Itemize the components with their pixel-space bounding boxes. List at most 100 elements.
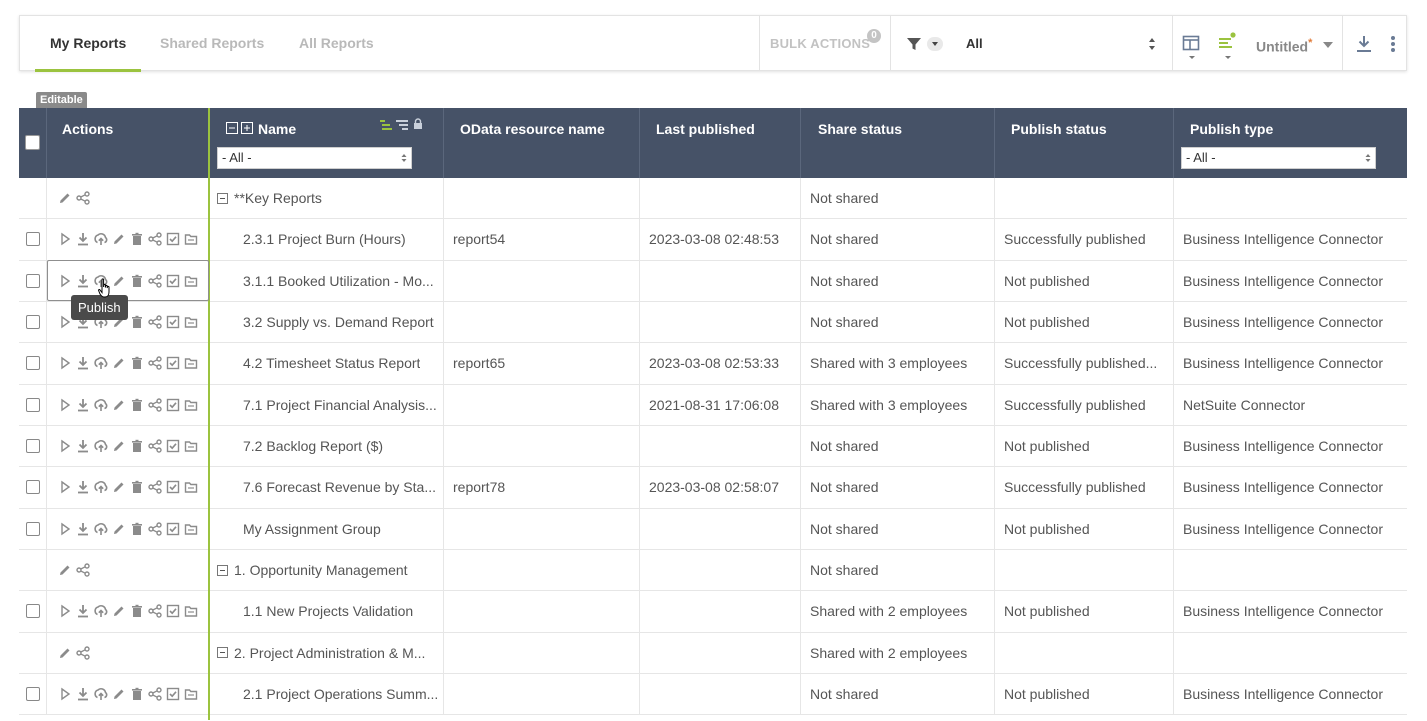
name-filter-select[interactable]: - All - bbox=[217, 147, 412, 169]
tab-shared-reports[interactable]: Shared Reports bbox=[160, 16, 264, 71]
share-icon[interactable] bbox=[148, 522, 162, 536]
trash-icon[interactable] bbox=[130, 315, 144, 329]
columns-layout-icon[interactable] bbox=[1182, 34, 1200, 52]
share-icon[interactable] bbox=[148, 480, 162, 495]
collapse-group-icon[interactable] bbox=[217, 647, 228, 659]
download-icon[interactable] bbox=[76, 398, 90, 412]
collapse-group-icon[interactable] bbox=[217, 192, 228, 204]
trash-icon[interactable] bbox=[130, 522, 144, 536]
publish-type-filter-select[interactable]: - All - bbox=[1181, 147, 1376, 169]
pencil-icon[interactable] bbox=[112, 522, 126, 536]
publish-status-column-header[interactable]: Publish status bbox=[995, 108, 1174, 178]
row-checkbox[interactable] bbox=[25, 687, 40, 702]
publish-icon[interactable] bbox=[94, 604, 108, 618]
download-icon[interactable] bbox=[76, 274, 90, 288]
pencil-icon[interactable] bbox=[112, 480, 126, 494]
trash-icon[interactable] bbox=[130, 439, 144, 453]
more-options-icon[interactable] bbox=[1390, 35, 1396, 53]
checkbox-icon[interactable] bbox=[166, 356, 180, 370]
collapse-group-icon[interactable] bbox=[217, 564, 228, 576]
checkbox-icon[interactable] bbox=[166, 480, 180, 494]
trash-icon[interactable] bbox=[130, 356, 144, 370]
trash-icon[interactable] bbox=[130, 232, 144, 246]
publish-icon[interactable] bbox=[94, 398, 108, 412]
folder-icon[interactable] bbox=[184, 604, 198, 618]
row-checkbox[interactable] bbox=[25, 521, 40, 536]
download-icon[interactable] bbox=[76, 480, 90, 494]
odata-column-header[interactable]: OData resource name bbox=[444, 108, 640, 178]
folder-icon[interactable] bbox=[184, 522, 198, 536]
filter-options-dropdown[interactable] bbox=[927, 37, 943, 51]
play-icon[interactable] bbox=[58, 398, 72, 412]
row-checkbox[interactable] bbox=[25, 315, 40, 330]
folder-icon[interactable] bbox=[184, 398, 198, 412]
download-icon[interactable] bbox=[76, 356, 90, 370]
play-icon[interactable] bbox=[58, 522, 72, 536]
folder-icon[interactable] bbox=[184, 232, 198, 246]
last-published-column-header[interactable]: Last published bbox=[640, 108, 801, 178]
pencil-icon[interactable] bbox=[112, 274, 126, 288]
table-row[interactable]: 1.1 New Projects Validation Shared with … bbox=[19, 591, 1407, 633]
pencil-icon[interactable] bbox=[58, 646, 72, 660]
checkbox-icon[interactable] bbox=[166, 315, 180, 329]
report-name[interactable]: 3.1.1 Booked Utilization - Mo... bbox=[217, 273, 434, 289]
share-icon[interactable] bbox=[148, 604, 162, 619]
tab-all-reports[interactable]: All Reports bbox=[299, 16, 374, 71]
name-column-header[interactable]: Name - All - bbox=[210, 108, 444, 178]
table-row[interactable]: 7.1 Project Financial Analysis... 2021-0… bbox=[19, 384, 1407, 426]
publish-icon[interactable] bbox=[94, 687, 108, 701]
share-icon[interactable] bbox=[76, 563, 90, 577]
select-all-checkbox[interactable] bbox=[25, 135, 40, 150]
row-checkbox[interactable] bbox=[25, 604, 40, 619]
checkbox-icon[interactable] bbox=[166, 604, 180, 618]
report-name[interactable]: 7.6 Forecast Revenue by Sta... bbox=[217, 479, 436, 495]
share-icon[interactable] bbox=[148, 315, 162, 329]
pencil-icon[interactable] bbox=[112, 356, 126, 370]
trash-icon[interactable] bbox=[130, 480, 144, 494]
play-icon[interactable] bbox=[58, 356, 72, 370]
tab-my-reports[interactable]: My Reports bbox=[34, 16, 142, 72]
report-name[interactable]: 7.2 Backlog Report ($) bbox=[217, 438, 383, 454]
share-icon[interactable] bbox=[76, 646, 90, 660]
share-icon[interactable] bbox=[148, 439, 162, 453]
chevron-down-icon[interactable] bbox=[1323, 42, 1333, 48]
download-icon[interactable] bbox=[76, 604, 90, 618]
download-icon[interactable] bbox=[1356, 35, 1372, 53]
pencil-icon[interactable] bbox=[112, 398, 126, 412]
report-name[interactable]: 7.1 Project Financial Analysis... bbox=[217, 397, 437, 413]
checkbox-icon[interactable] bbox=[166, 687, 180, 701]
publish-icon[interactable] bbox=[94, 480, 108, 494]
table-row[interactable]: My Assignment Group Not shared Not publi… bbox=[19, 508, 1407, 550]
checkbox-icon[interactable] bbox=[166, 398, 180, 412]
folder-icon[interactable] bbox=[184, 480, 198, 494]
checkbox-icon[interactable] bbox=[166, 439, 180, 453]
publish-icon[interactable] bbox=[94, 522, 108, 536]
download-icon[interactable] bbox=[76, 687, 90, 701]
view-name-selector[interactable]: Untitled* bbox=[1256, 16, 1312, 71]
pencil-icon[interactable] bbox=[112, 687, 126, 701]
publish-type-column-header[interactable]: Publish type - All - bbox=[1174, 108, 1407, 178]
play-icon[interactable] bbox=[58, 480, 72, 494]
folder-icon[interactable] bbox=[184, 356, 198, 370]
row-checkbox[interactable] bbox=[25, 356, 40, 371]
table-row[interactable]: 2.1 Project Operations Summ... Not share… bbox=[19, 673, 1407, 716]
lock-icon[interactable] bbox=[413, 118, 423, 130]
share-icon[interactable] bbox=[76, 191, 90, 205]
folder-icon[interactable] bbox=[184, 274, 198, 288]
pencil-icon[interactable] bbox=[112, 232, 126, 246]
folder-icon[interactable] bbox=[184, 439, 198, 453]
row-checkbox[interactable] bbox=[25, 273, 40, 288]
trash-icon[interactable] bbox=[130, 398, 144, 412]
pencil-icon[interactable] bbox=[112, 604, 126, 618]
report-name[interactable]: 4.2 Timesheet Status Report bbox=[217, 355, 420, 371]
share-icon[interactable] bbox=[148, 274, 162, 288]
table-row[interactable]: 7.2 Backlog Report ($) Not shared Not pu… bbox=[19, 425, 1407, 468]
download-icon[interactable] bbox=[76, 522, 90, 536]
pencil-icon[interactable] bbox=[112, 439, 126, 453]
row-checkbox[interactable] bbox=[25, 397, 40, 412]
folder-icon[interactable] bbox=[184, 315, 198, 329]
row-checkbox[interactable] bbox=[25, 480, 40, 495]
checkbox-icon[interactable] bbox=[166, 522, 180, 536]
group-row[interactable]: 1. Opportunity Management Not shared bbox=[19, 549, 1407, 592]
checkbox-icon[interactable] bbox=[166, 232, 180, 246]
